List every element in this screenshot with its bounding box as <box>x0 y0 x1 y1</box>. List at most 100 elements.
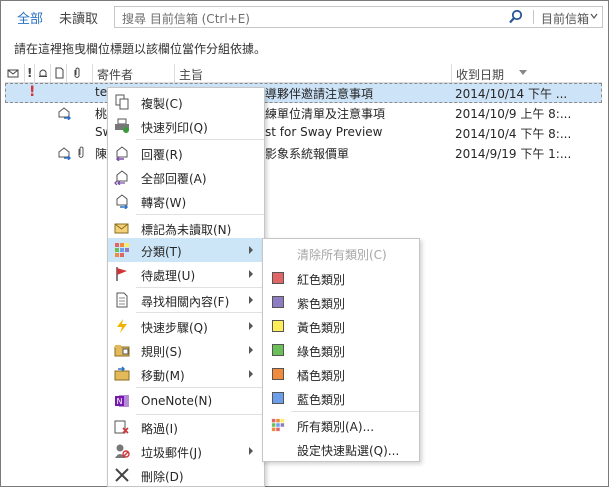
col-reminder[interactable] <box>35 64 51 82</box>
menu-item-move[interactable]: 移動(M) <box>108 362 264 386</box>
move-icon <box>114 366 130 381</box>
menu-item-quick-steps[interactable]: 快速步驟(Q) <box>108 314 264 338</box>
row-date: 2014/9/19 下午 1:... <box>455 147 572 161</box>
category-swatch-red <box>272 272 284 284</box>
menu-item-set-quick-click[interactable]: 設定快速點選(Q)... <box>263 437 419 461</box>
paperclip-icon <box>78 146 84 158</box>
menu-item-category-orange[interactable]: 橘色類別 <box>263 362 419 386</box>
find-related-icon <box>116 292 128 308</box>
chevron-down-icon[interactable] <box>590 12 598 20</box>
importance-header-icon: ! <box>27 66 33 80</box>
menu-item-label: 快速列印(Q) <box>141 121 208 135</box>
menu-item-label: 待處理(U) <box>141 269 196 283</box>
menu-item-rules[interactable]: 規則(S) <box>108 338 264 362</box>
category-swatch-blue <box>272 392 284 404</box>
menu-separator <box>136 139 264 140</box>
reply-icon <box>115 146 128 161</box>
menu-item-category-blue[interactable]: 藍色類別 <box>263 386 419 410</box>
chevron-right-icon <box>249 322 253 330</box>
col-importance-icons[interactable] <box>5 64 25 82</box>
row-date: 2014/10/4 下午 8:... <box>455 127 572 141</box>
menu-item-junk[interactable]: 垃圾郵件(J) <box>108 439 264 463</box>
delete-icon <box>115 468 129 482</box>
document-icon <box>55 67 64 79</box>
quick-steps-icon <box>117 319 127 333</box>
menu-item-delete[interactable]: 刪除(D) <box>108 463 264 487</box>
menu-item-label: 回覆(R) <box>141 148 183 162</box>
categorize-submenu: 清除所有類別(C) 紅色類別 紫色類別 黃色類別 綠色類別 橘色類別 藍色類別 … <box>262 238 420 462</box>
menu-item-find-related[interactable]: 尋找相關內容(F) <box>108 288 264 312</box>
search-icon[interactable] <box>507 9 525 25</box>
tab-all[interactable]: 全部 <box>17 8 43 27</box>
menu-item-label: 轉寄(W) <box>141 196 187 210</box>
categorize-icon <box>271 418 285 432</box>
context-menu: 複製(C) 快速列印(Q) 回覆(R) 全部回覆(A) 轉寄(W) 標記為未讀取… <box>107 87 265 487</box>
search-separator <box>533 10 534 24</box>
menu-separator <box>291 411 419 412</box>
col-importance[interactable]: ! <box>25 64 35 82</box>
tab-unread[interactable]: 未讀取 <box>59 8 98 27</box>
col-attachment[interactable] <box>67 64 93 82</box>
menu-item-label: 設定快速點選(Q)... <box>297 444 400 458</box>
menu-item-label: 分類(T) <box>141 245 182 259</box>
menu-item-reply-all[interactable]: 全部回覆(A) <box>108 165 264 189</box>
menu-item-label: 快速步驟(Q) <box>141 321 208 335</box>
menu-item-category-red[interactable]: 紅色類別 <box>263 266 419 290</box>
paperclip-icon <box>74 67 80 78</box>
menu-item-label: 刪除(D) <box>141 470 184 484</box>
table-row[interactable]: Sw st for Sway Preview 2014/10/4 下午 8:..… <box>5 123 602 143</box>
category-swatch-purple <box>272 296 284 308</box>
menu-item-onenote[interactable]: N OneNote(N) <box>108 389 264 413</box>
row-subject: 影象系統報價單 <box>265 147 350 161</box>
row-subject: 練單位清單及注意事項 <box>265 107 386 121</box>
menu-item-category-purple[interactable]: 紫色類別 <box>263 290 419 314</box>
menu-item-category-green[interactable]: 綠色類別 <box>263 338 419 362</box>
menu-item-forward[interactable]: 轉寄(W) <box>108 189 264 213</box>
menu-item-copy[interactable]: 複製(C) <box>108 90 264 114</box>
menu-item-category-yellow[interactable]: 黃色類別 <box>263 314 419 338</box>
menu-item-label: 紫色類別 <box>297 297 346 311</box>
menu-item-label: 標記為未讀取(N) <box>141 223 232 237</box>
chevron-right-icon <box>249 370 253 378</box>
menu-item-categorize[interactable]: 分類(T) <box>108 238 264 262</box>
bell-icon <box>39 69 47 77</box>
col-item-type[interactable] <box>51 64 67 82</box>
menu-item-all-categories[interactable]: 所有類別(A)... <box>263 413 419 437</box>
category-swatch-orange <box>272 368 284 380</box>
menu-item-label: 規則(S) <box>141 345 182 359</box>
chevron-right-icon <box>249 346 253 354</box>
menu-item-reply[interactable]: 回覆(R) <box>108 141 264 165</box>
search-placeholder: 搜尋 目前信箱 (Ctrl+E) <box>122 12 250 26</box>
chevron-right-icon <box>249 447 253 455</box>
col-sender-label: 寄件者 <box>97 68 134 82</box>
menu-item-clear-categories[interactable]: 清除所有類別(C) <box>263 241 419 265</box>
forward-icon <box>116 194 129 209</box>
menu-item-ignore[interactable]: 略過(I) <box>108 415 264 439</box>
row-date: 2014/10/9 上午 8:... <box>455 107 572 121</box>
group-by-hint: 請在這裡拖曳欄位標題以該欄位當作分組依據。 <box>14 42 267 56</box>
table-row[interactable]: 桃 練單位清單及注意事項 2014/10/9 上午 8:... <box>5 103 602 123</box>
menu-item-quick-print[interactable]: 快速列印(Q) <box>108 114 264 138</box>
menu-item-label: 略過(I) <box>141 422 178 436</box>
col-subject[interactable]: 主旨 <box>175 64 452 82</box>
menu-item-label: 清除所有類別(C) <box>297 248 387 262</box>
search-input[interactable]: 搜尋 目前信箱 (Ctrl+E) 目前信箱 <box>114 6 603 28</box>
menu-item-label: 尋找相關內容(F) <box>141 295 230 309</box>
category-swatch-yellow <box>272 320 284 332</box>
table-row[interactable]: ! te 導夥伴邀請注意事項 2014/10/14 下午 ... <box>5 83 602 103</box>
column-header: ! 寄件者 主旨 收到日期 <box>5 64 602 83</box>
copy-icon <box>115 94 129 110</box>
flag-icon <box>116 267 127 281</box>
search-scope[interactable]: 目前信箱 <box>541 10 589 27</box>
menu-item-follow-up[interactable]: 待處理(U) <box>108 262 264 286</box>
high-importance-icon: ! <box>29 84 36 100</box>
category-swatch-green <box>272 344 284 356</box>
row-subject: st for Sway Preview <box>265 125 383 139</box>
onenote-icon: N <box>115 395 129 407</box>
menu-separator <box>136 387 264 388</box>
col-sender[interactable]: 寄件者 <box>93 64 175 82</box>
rules-icon <box>114 345 130 357</box>
menu-separator <box>136 214 264 215</box>
table-row[interactable]: 陳 影象系統報價單 2014/9/19 下午 1:... <box>5 143 602 163</box>
menu-item-mark-unread[interactable]: 標記為未讀取(N) <box>108 216 264 240</box>
